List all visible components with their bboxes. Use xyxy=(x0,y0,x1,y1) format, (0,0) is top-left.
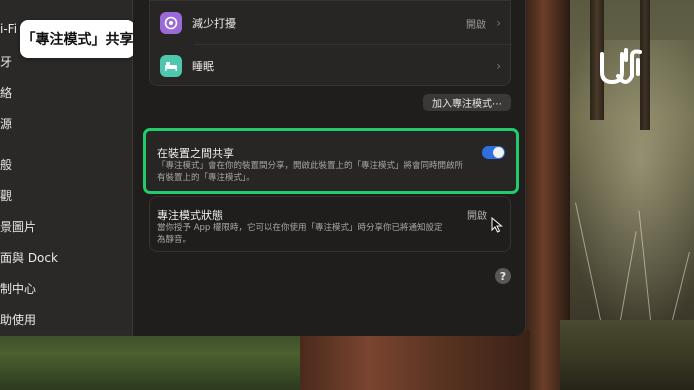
chevron-right-icon: › xyxy=(496,16,501,30)
sidebar-item-accessibility[interactable]: 助使用 xyxy=(0,311,36,328)
help-button[interactable]: ? xyxy=(495,268,511,284)
share-across-devices-card: 在裝置之間共享 「專注模式」會在你的裝置間分享，開啟此裝置上的「專注模式」將會同… xyxy=(143,128,519,194)
share-across-devices-description: 「專注模式」會在你的裝置間分享，開啟此裝置上的「專注模式」將會同時開啟所有裝置上… xyxy=(157,161,464,183)
list-item-sleep[interactable]: 睡眠 › xyxy=(150,53,510,79)
focus-sharing-caption: 「專注模式」共享 xyxy=(20,20,135,58)
add-focus-button[interactable]: 加入專注模式⋯ xyxy=(423,94,511,111)
sidebar-item-wifi[interactable]: i-Fi xyxy=(0,22,17,36)
divider xyxy=(194,44,512,45)
toggle-knob xyxy=(493,147,504,158)
mouse-pointer-icon xyxy=(491,217,503,233)
sidebar-item-bluetooth[interactable]: 牙 xyxy=(0,53,12,70)
focus-settings-panel: 減少打擾 開啟 › 睡眠 › 加入專注模式⋯ 在裝置之間共享 「專注模式」會在你… xyxy=(133,0,526,336)
bed-icon xyxy=(160,55,182,77)
grass-ground xyxy=(0,330,320,390)
focus-modes-list: 減少打擾 開啟 › 睡眠 › xyxy=(149,0,512,86)
list-item-do-not-disturb[interactable]: 減少打擾 開啟 › xyxy=(150,10,510,36)
focus-status-title: 專注模式狀態 xyxy=(157,209,223,222)
sidebar-item-battery[interactable]: 源 xyxy=(0,115,12,132)
chevron-right-icon: › xyxy=(496,59,501,73)
settings-sidebar: i-Fi 牙 絡 源 般 觀 景圖片 面與 Dock 制中心 助使用 「專注模式… xyxy=(0,0,135,336)
sidebar-item-general[interactable]: 般 xyxy=(0,156,12,173)
watermark-logo-icon xyxy=(600,48,642,85)
list-item-status: 開啟 xyxy=(466,19,486,31)
focus-status-value[interactable]: 開啟 xyxy=(467,207,487,222)
tree-trunk-base xyxy=(300,330,530,390)
list-item-label: 減少打擾 xyxy=(192,17,236,30)
share-across-devices-toggle[interactable] xyxy=(482,146,505,159)
focus-status-description: 當你授予 App 權限時，它可以在你使用「專注模式」時分享你已將通知設定為靜音。 xyxy=(157,223,443,245)
sidebar-item-wallpaper[interactable]: 景圖片 xyxy=(0,218,36,235)
list-item-label: 睡眠 xyxy=(192,60,214,73)
flower-icon xyxy=(160,12,182,34)
sidebar-item-control-center[interactable]: 制中心 xyxy=(0,280,36,297)
sidebar-item-desktop-dock[interactable]: 面與 Dock xyxy=(0,249,58,266)
grass-ground xyxy=(560,320,694,390)
sidebar-item-appearance[interactable]: 觀 xyxy=(0,187,12,204)
sidebar-item-network[interactable]: 絡 xyxy=(0,84,12,101)
share-across-devices-title: 在裝置之間共享 xyxy=(157,147,234,160)
